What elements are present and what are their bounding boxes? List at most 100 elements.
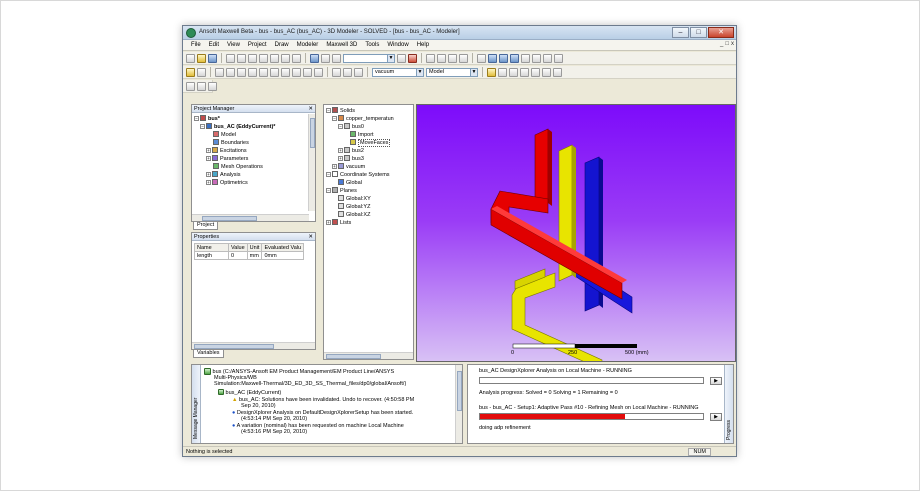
close-button[interactable]: ✕ xyxy=(708,27,734,38)
tree-item-optimetrics[interactable]: + Optimetrics xyxy=(194,179,308,187)
expand-icon[interactable]: + xyxy=(338,148,343,153)
box-icon[interactable] xyxy=(215,67,224,77)
tree-item-solids[interactable]: − Solids xyxy=(326,107,394,115)
scroll-thumb[interactable] xyxy=(202,216,257,221)
boolean-intersect-icon[interactable] xyxy=(354,67,363,77)
scroll-thumb[interactable] xyxy=(457,371,462,411)
tree-item-parameters[interactable]: + Parameters xyxy=(194,155,308,163)
table-cell[interactable]: 0mm xyxy=(261,251,305,260)
collapse-icon[interactable]: − xyxy=(326,108,331,113)
menu-edit[interactable]: Edit xyxy=(205,42,223,48)
analyze-icon[interactable] xyxy=(553,67,562,77)
close-icon[interactable]: ✕ xyxy=(308,105,313,113)
menu-modeler[interactable]: Modeler xyxy=(293,42,323,48)
boolean-unite-icon[interactable] xyxy=(332,67,341,77)
draw-arc-icon[interactable] xyxy=(448,53,457,63)
tab-variables[interactable]: Variables xyxy=(193,350,224,358)
selection-mode-select[interactable]: ▼ xyxy=(343,53,395,63)
properties-horizontal-scrollbar[interactable] xyxy=(192,342,315,349)
validate-icon[interactable] xyxy=(408,53,417,63)
table-row[interactable]: length 0 mm 0mm xyxy=(194,251,305,260)
fit-all-icon[interactable] xyxy=(543,53,552,63)
sphere-icon[interactable] xyxy=(237,67,246,77)
select-icon[interactable] xyxy=(310,53,319,63)
tree-item-coordinate-systems[interactable]: − Coordinate Systems xyxy=(326,171,394,179)
measure-icon[interactable] xyxy=(509,67,518,77)
expand-icon[interactable]: + xyxy=(206,172,211,177)
fit-selection-icon[interactable] xyxy=(554,53,563,63)
collapse-icon[interactable]: − xyxy=(194,116,199,121)
report-icon[interactable] xyxy=(542,67,551,77)
rectangle-icon[interactable] xyxy=(281,67,290,77)
table-cell[interactable]: 0 xyxy=(228,251,248,260)
sketch-icon[interactable] xyxy=(186,67,195,77)
undo-icon[interactable] xyxy=(281,53,290,63)
tree-item-mesh-operations[interactable]: Mesh Operations xyxy=(194,163,308,171)
torus-icon[interactable] xyxy=(259,67,268,77)
zoom-in-icon[interactable] xyxy=(521,53,530,63)
material-select[interactable]: vacuum ▼ xyxy=(372,67,424,77)
copy-icon[interactable] xyxy=(237,53,246,63)
tree-item-analysis[interactable]: + Analysis xyxy=(194,171,308,179)
coordinate-icon[interactable] xyxy=(498,67,507,77)
table-cell[interactable]: mm xyxy=(246,251,263,260)
job2-abort-button[interactable]: ▶ xyxy=(710,413,722,421)
tree-item-material[interactable]: − copper_temperatun xyxy=(326,115,394,123)
job1-abort-button[interactable]: ▶ xyxy=(710,377,722,385)
tree-item-vacuum[interactable]: + vacuum xyxy=(326,163,394,171)
draw-polyline-icon[interactable] xyxy=(459,53,468,63)
rotate-view-icon[interactable] xyxy=(488,53,497,63)
tree-item-design[interactable]: − bus_AC (EddyCurrent)* xyxy=(194,123,308,131)
save-icon[interactable] xyxy=(208,53,217,63)
ortho-icon[interactable] xyxy=(208,81,217,91)
tree-item-movefaces[interactable]: MoveFaces xyxy=(326,139,394,147)
helix-icon[interactable] xyxy=(270,67,279,77)
column-header[interactable]: Unit xyxy=(246,243,263,252)
collapse-icon[interactable]: − xyxy=(326,172,331,177)
message-vertical-scrollbar[interactable] xyxy=(455,365,462,443)
tree-item-plane-yz[interactable]: Global:YZ xyxy=(326,203,394,211)
cut-icon[interactable] xyxy=(226,53,235,63)
move-icon[interactable] xyxy=(321,53,330,63)
draw-spline-icon[interactable] xyxy=(437,53,446,63)
zoom-icon[interactable] xyxy=(397,53,406,63)
close-icon[interactable]: ✕ xyxy=(308,233,313,241)
redo-icon[interactable] xyxy=(292,53,301,63)
scroll-thumb[interactable] xyxy=(194,344,274,349)
help-pointer-icon[interactable] xyxy=(197,67,206,77)
tree-item-bus2[interactable]: + bus2 xyxy=(326,147,394,155)
menu-file[interactable]: File xyxy=(187,42,205,48)
project-horizontal-scrollbar[interactable] xyxy=(192,214,309,221)
field-overlay-icon[interactable] xyxy=(520,67,529,77)
mdi-minimize-button[interactable]: _ xyxy=(720,41,723,47)
cylinder-icon[interactable] xyxy=(226,67,235,77)
minimize-button[interactable]: – xyxy=(672,27,689,38)
column-header[interactable]: Name xyxy=(194,243,229,252)
tree-item-bus3[interactable]: + bus3 xyxy=(326,155,394,163)
polygon-icon[interactable] xyxy=(314,67,323,77)
orbit-icon[interactable] xyxy=(499,53,508,63)
model-tree-horizontal-scrollbar[interactable] xyxy=(324,352,413,359)
tree-item-planes[interactable]: − Planes xyxy=(326,187,394,195)
table-cell[interactable]: length xyxy=(194,251,229,260)
tree-item-model[interactable]: Model xyxy=(194,131,308,139)
spin-icon[interactable] xyxy=(510,53,519,63)
tree-item-import[interactable]: Import xyxy=(326,131,394,139)
collapse-icon[interactable]: − xyxy=(200,124,205,129)
menu-maxwell3d[interactable]: Maxwell 3D xyxy=(322,42,361,48)
boolean-subtract-icon[interactable] xyxy=(343,67,352,77)
3d-viewport[interactable]: 0 250 500 (mm) xyxy=(416,104,736,362)
grid-icon[interactable] xyxy=(186,81,195,91)
zoom-out-icon[interactable] xyxy=(532,53,541,63)
title-bar[interactable]: Ansoft Maxwell Beta - bus - bus_AC (bus_… xyxy=(183,26,736,40)
mdi-close-button[interactable]: x xyxy=(731,41,734,47)
circle-icon[interactable] xyxy=(292,67,301,77)
expand-icon[interactable]: + xyxy=(206,148,211,153)
maximize-button[interactable]: □ xyxy=(690,27,707,38)
expand-icon[interactable]: + xyxy=(326,220,331,225)
snap-icon[interactable] xyxy=(197,81,206,91)
expand-icon[interactable]: + xyxy=(332,164,337,169)
menu-help[interactable]: Help xyxy=(413,42,433,48)
plot-fields-icon[interactable] xyxy=(531,67,540,77)
expand-icon[interactable]: + xyxy=(338,156,343,161)
